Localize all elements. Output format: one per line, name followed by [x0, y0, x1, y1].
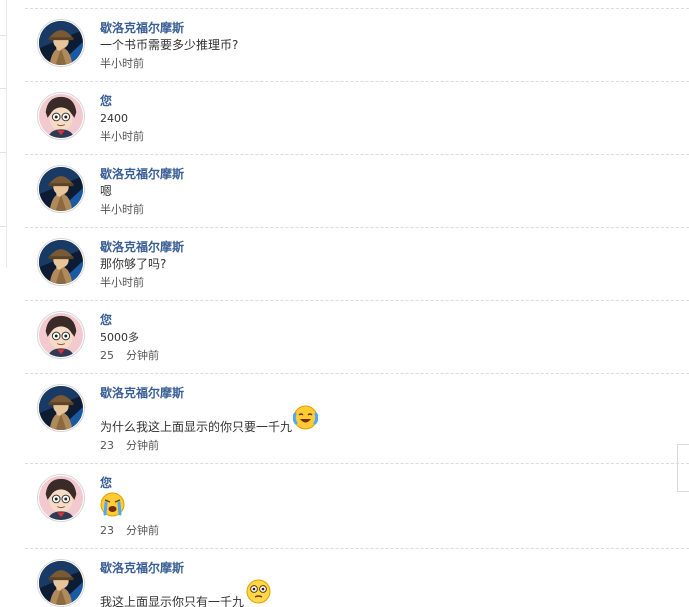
message-row: 您 5000多 25 分钟前	[25, 300, 689, 373]
sender-name[interactable]: 您	[100, 313, 112, 327]
sender-name[interactable]: 歇洛克福尔摩斯	[100, 386, 184, 400]
message-row: 您 23 分钟前	[25, 463, 689, 548]
detective-avatar[interactable]	[37, 238, 85, 286]
sender-name[interactable]: 歇洛克福尔摩斯	[100, 21, 184, 35]
sender-name[interactable]: 歇洛克福尔摩斯	[100, 240, 184, 254]
message-text: 那你够了吗?	[100, 257, 167, 271]
message-text: 我这上面显示你只有一千九	[100, 595, 245, 607]
message-time: 25 分钟前	[100, 349, 159, 363]
message-row: 歇洛克福尔摩斯 我这上面显示你只有一千九	[25, 548, 689, 607]
chat-page: 歇洛克福尔摩斯 一个书币需要多少推理币? 半小时前 您 2400 半小时前 歇洛…	[0, 0, 689, 607]
message-text: 为什么我这上面显示的你只要一千九	[100, 420, 293, 434]
message-time: 23 分钟前	[100, 524, 159, 538]
message-text: 2400	[100, 112, 128, 125]
message-time: 半小时前	[100, 130, 144, 143]
left-panel-divider	[0, 35, 6, 36]
message-time: 半小时前	[100, 276, 144, 289]
time-number: 25	[100, 349, 114, 362]
left-panel-divider	[0, 226, 6, 227]
time-unit: 分钟前	[126, 349, 159, 362]
sender-name[interactable]: 歇洛克福尔摩斯	[100, 167, 184, 181]
message-row: 您 2400 半小时前	[25, 81, 689, 154]
message-time: 23 分钟前	[100, 439, 159, 453]
left-panel-divider	[0, 88, 6, 89]
message-text: 一个书币需要多少推理币?	[100, 38, 239, 52]
detective-avatar[interactable]	[37, 559, 85, 607]
sender-name[interactable]: 您	[100, 94, 112, 108]
sender-name[interactable]: 您	[100, 476, 112, 490]
message-text: 5000多	[100, 331, 139, 344]
message-text: 嗯	[100, 184, 113, 198]
laughing-tears-emoji	[293, 405, 318, 430]
time-unit: 分钟前	[126, 524, 159, 537]
message-time: 半小时前	[100, 57, 144, 70]
shocked-face-emoji	[246, 579, 271, 604]
detective-avatar[interactable]	[37, 19, 85, 67]
message-row: 歇洛克福尔摩斯 为什么我这上面显示的你只要一千九 23 分钟前	[25, 373, 689, 463]
message-time: 半小时前	[100, 203, 144, 216]
crying-emoji	[100, 492, 125, 517]
time-number: 23	[100, 524, 114, 537]
conan-avatar[interactable]	[37, 474, 85, 522]
conan-avatar[interactable]	[37, 311, 85, 359]
left-panel-edge	[0, 0, 7, 268]
sender-name[interactable]: 歇洛克福尔摩斯	[100, 561, 184, 575]
left-panel-divider	[0, 152, 6, 153]
message-row: 歇洛克福尔摩斯 一个书币需要多少推理币? 半小时前	[25, 8, 689, 81]
conan-avatar[interactable]	[37, 92, 85, 140]
message-row: 歇洛克福尔摩斯 嗯 半小时前	[25, 154, 689, 227]
detective-avatar[interactable]	[37, 384, 85, 432]
message-row: 歇洛克福尔摩斯 那你够了吗? 半小时前	[25, 227, 689, 300]
detective-avatar[interactable]	[37, 165, 85, 213]
time-unit: 分钟前	[126, 439, 159, 452]
time-number: 23	[100, 439, 114, 452]
